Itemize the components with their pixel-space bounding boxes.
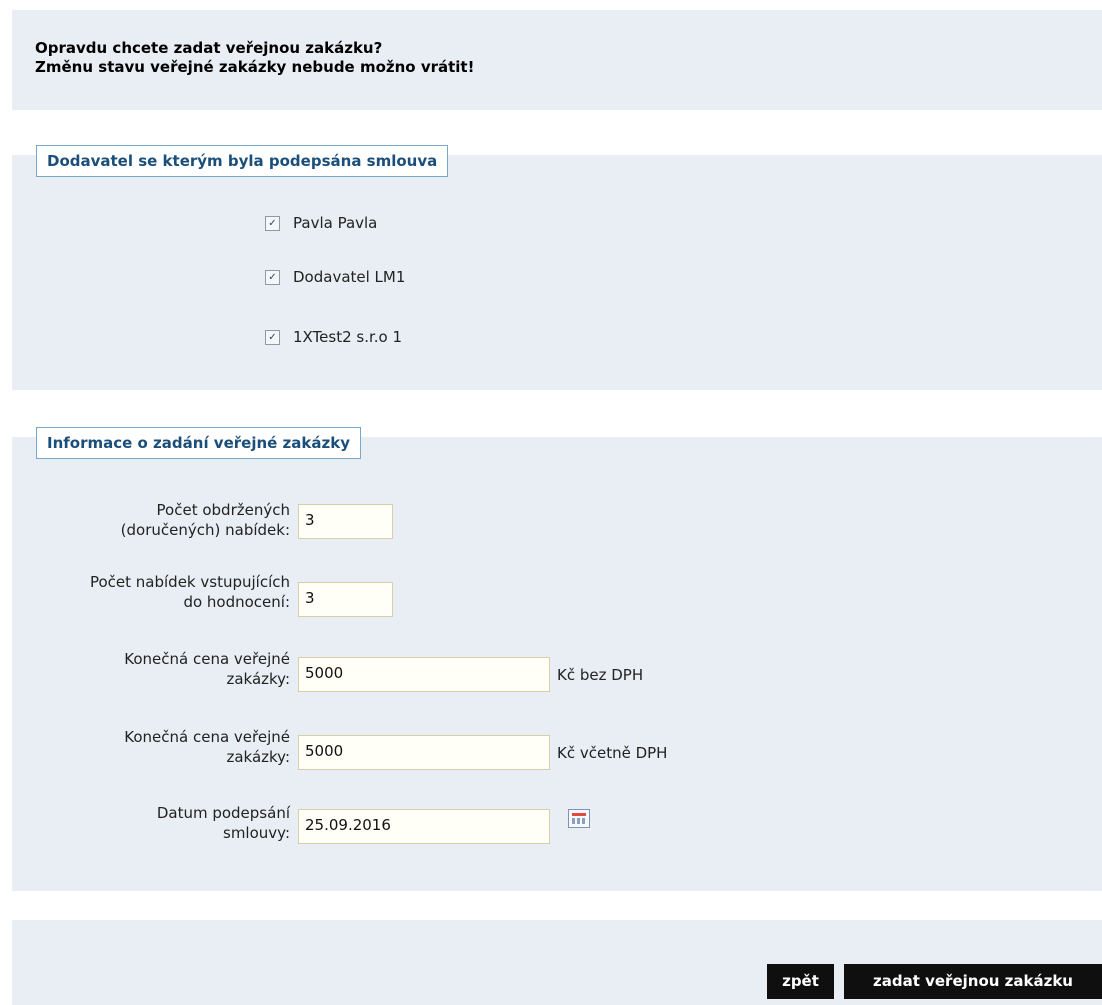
back-button[interactable]: zpět (767, 964, 834, 999)
contract-date-label: Datum podepsání smlouvy: (156, 804, 290, 842)
supplier-label: Dodavatel LM1 (293, 268, 406, 286)
supplier-checkbox-row[interactable]: ✓ Dodavatel LM1 (265, 268, 405, 286)
price-excl-vat-unit: Kč bez DPH (557, 666, 644, 684)
price-incl-vat-unit: Kč včetně DPH (557, 744, 668, 762)
supplier-label: Pavla Pavla (293, 214, 378, 232)
received-offers-label: Počet obdržených (doručených) nabídek: (120, 501, 290, 539)
supplier-checkbox[interactable]: ✓ (265, 269, 280, 285)
price-incl-vat-input[interactable]: 5000 (298, 735, 550, 770)
supplier-checkbox[interactable]: ✓ (265, 329, 280, 345)
supplier-section-legend: Dodavatel se kterým byla podepsána smlou… (36, 145, 449, 177)
award-info-legend: Informace o zadání veřejné zakázky (36, 427, 361, 459)
received-offers-input[interactable]: 3 (298, 504, 393, 539)
award-info-section: Informace o zadání veřejné zakázky Počet… (12, 427, 1102, 891)
contract-date-input[interactable]: 25.09.2016 (298, 809, 550, 844)
supplier-label: 1XTest2 s.r.o 1 (293, 328, 403, 346)
actions-bar: zpět zadat veřejnou zakázku (12, 920, 1102, 1005)
evaluated-offers-label: Počet nabídek vstupujících do hodnocení: (89, 573, 290, 611)
supplier-checkbox[interactable]: ✓ (265, 215, 280, 231)
confirmation-question: Opravdu chcete zadat veřejnou zakázku? (35, 39, 383, 57)
confirmation-warning: Změnu stavu veřejné zakázky nebude možno… (35, 58, 475, 76)
confirmation-message: Opravdu chcete zadat veřejnou zakázku? Z… (35, 39, 474, 77)
supplier-checkbox-row[interactable]: ✓ 1XTest2 s.r.o 1 (265, 328, 402, 346)
supplier-checkbox-row[interactable]: ✓ Pavla Pavla (265, 214, 377, 232)
calendar-icon[interactable] (568, 809, 590, 828)
submit-award-button[interactable]: zadat veřejnou zakázku (844, 964, 1102, 999)
price-excl-vat-input[interactable]: 5000 (298, 657, 550, 692)
confirmation-panel: Opravdu chcete zadat veřejnou zakázku? Z… (12, 10, 1102, 110)
price-excl-vat-label: Konečná cena veřejné zakázky: (124, 650, 290, 688)
supplier-section: Dodavatel se kterým byla podepsána smlou… (12, 145, 1102, 390)
evaluated-offers-input[interactable]: 3 (298, 582, 393, 617)
price-incl-vat-label: Konečná cena veřejné zakázky: (124, 728, 290, 766)
